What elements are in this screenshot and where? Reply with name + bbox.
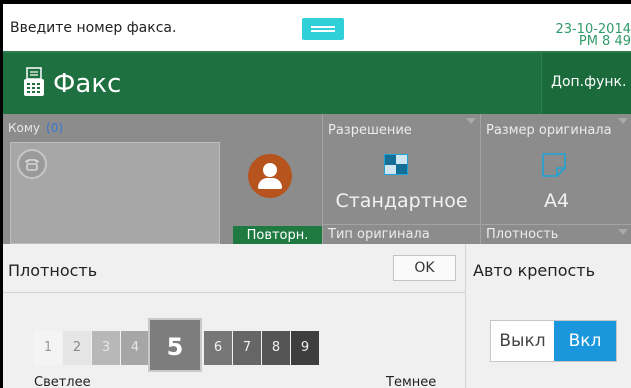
resolution-value: Стандартное: [335, 190, 468, 212]
destination-header: Кому (0): [8, 121, 63, 135]
fax-screen: Введите номер факса. 23-10-2014 PM 8 49 …: [3, 4, 631, 388]
popup-header: Плотность OK: [3, 244, 465, 293]
redial-button[interactable]: Повторн.: [233, 226, 322, 246]
density-setting[interactable]: Плотность: [480, 224, 631, 245]
density-level-5[interactable]: 5: [148, 318, 202, 372]
corner-arrow-icon: [466, 118, 476, 124]
title-bar: Факс Доп.функ.: [3, 53, 631, 114]
darker-label: Темнее: [386, 375, 437, 388]
auto-density-label: Авто крепость: [473, 261, 596, 280]
page-title: Факс: [53, 69, 122, 99]
person-body-icon: [258, 178, 282, 189]
original-size-setting[interactable]: Размер оригинала A4: [480, 114, 631, 224]
density-level-4[interactable]: 4: [121, 331, 149, 365]
more-functions-button[interactable]: Доп.функ.: [541, 53, 631, 114]
ok-button[interactable]: OK: [393, 255, 456, 281]
density-level-3[interactable]: 3: [92, 331, 120, 365]
density-level-2[interactable]: 2: [63, 331, 91, 365]
toggle-off-option[interactable]: Выкл: [491, 321, 554, 361]
resolution-icon: [384, 154, 408, 175]
toggle-on-option[interactable]: Вкл: [554, 321, 616, 361]
original-type-setting[interactable]: Тип оригинала: [322, 224, 480, 245]
density-level-7[interactable]: 7: [233, 331, 261, 365]
fax-settings-area: Кому (0) Повторн. Разрешение Стандартное: [3, 114, 631, 246]
more-functions-label: Доп.функ.: [551, 74, 627, 90]
destination-count: (0): [46, 121, 64, 135]
popup-divider: [465, 244, 466, 388]
original-size-value: A4: [543, 190, 570, 212]
person-icon: [263, 163, 277, 177]
original-type-label: Тип оригинала: [328, 227, 430, 242]
corner-arrow-icon: [618, 118, 628, 124]
destination-label: Кому: [8, 121, 41, 135]
phone-glyph-icon: [25, 159, 39, 171]
fax-icon: [24, 67, 44, 96]
status-message: Введите номер факса.: [10, 20, 177, 36]
resolution-setting[interactable]: Разрешение Стандартное: [322, 114, 480, 224]
original-size-label: Размер оригинала: [486, 123, 612, 138]
lighter-label: Светлее: [34, 375, 91, 388]
destination-list[interactable]: [10, 142, 220, 244]
popup-title: Плотность: [8, 261, 98, 280]
status-bar: Введите номер факса. 23-10-2014: [3, 4, 631, 53]
status-time: PM 8 49: [578, 34, 631, 49]
auto-density-toggle[interactable]: Выкл Вкл: [490, 320, 617, 362]
address-book-button[interactable]: [248, 154, 292, 198]
density-popup: Плотность OK Авто крепость 123456789 Све…: [3, 244, 631, 388]
pull-down-handle[interactable]: [302, 18, 344, 40]
document-icon: [542, 153, 566, 177]
phone-icon[interactable]: [17, 149, 47, 179]
density-level-8[interactable]: 8: [262, 331, 290, 365]
density-level-9[interactable]: 9: [291, 331, 319, 365]
corner-arrow-icon: [618, 229, 628, 235]
density-level-6[interactable]: 6: [204, 331, 232, 365]
handle-line-icon: [311, 30, 335, 32]
resolution-label: Разрешение: [328, 123, 412, 138]
density-setting-label: Плотность: [486, 227, 559, 242]
density-level-1[interactable]: 1: [34, 331, 62, 365]
handle-line-icon: [311, 26, 335, 28]
